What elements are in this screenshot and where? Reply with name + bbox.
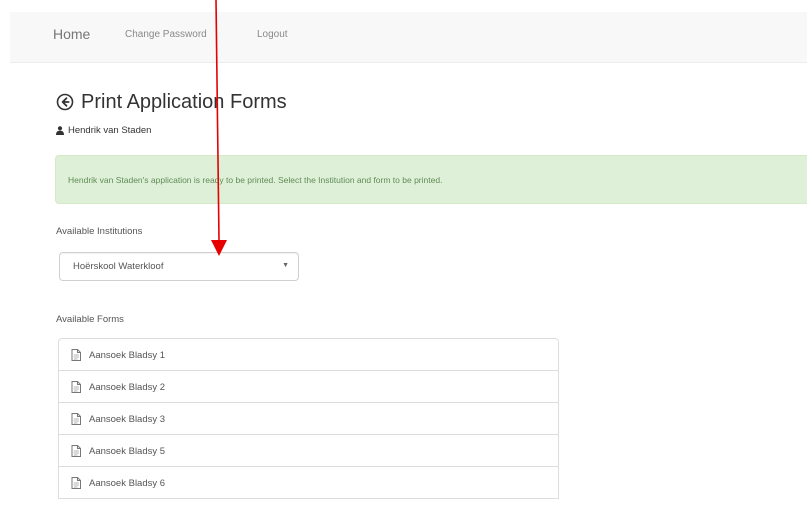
form-list-item[interactable]: Aansoek Bladsy 2 <box>58 370 559 403</box>
nav-logout-link[interactable]: Logout <box>257 29 288 40</box>
form-list: Aansoek Bladsy 1 Aansoek Bladsy 2 Aansoe… <box>58 338 559 499</box>
file-icon <box>71 381 81 393</box>
form-item-label: Aansoek Bladsy 5 <box>89 446 166 457</box>
page: Home Change Password Logout Print Applic… <box>0 0 807 515</box>
form-item-label: Aansoek Bladsy 6 <box>89 478 166 489</box>
nav-change-password-link[interactable]: Change Password <box>125 29 207 40</box>
alert-text: Hendrik van Staden's application is read… <box>68 175 443 185</box>
form-list-item[interactable]: Aansoek Bladsy 3 <box>58 402 559 435</box>
page-title-text: Print Application Forms <box>81 90 287 113</box>
form-item-label: Aansoek Bladsy 1 <box>89 350 166 361</box>
user-name: Hendrik van Staden <box>68 125 152 136</box>
form-list-item[interactable]: Aansoek Bladsy 5 <box>58 434 559 467</box>
file-icon <box>71 477 81 489</box>
caret-down-icon: ▼ <box>282 262 289 269</box>
top-navbar: Home Change Password Logout <box>10 12 807 63</box>
file-icon <box>71 349 81 361</box>
institution-select[interactable]: Hoërskool Waterkloof ▼ <box>59 252 299 281</box>
file-icon <box>71 445 81 457</box>
success-alert: Hendrik van Staden's application is read… <box>55 155 807 204</box>
form-list-item[interactable]: Aansoek Bladsy 1 <box>58 338 559 371</box>
circle-arrow-left-icon[interactable] <box>56 93 74 111</box>
institution-select-value: Hoërskool Waterkloof <box>73 261 164 272</box>
form-list-item[interactable]: Aansoek Bladsy 6 <box>58 466 559 499</box>
user-line: Hendrik van Staden <box>56 125 151 136</box>
file-icon <box>71 413 81 425</box>
nav-home-link[interactable]: Home <box>53 26 90 42</box>
user-icon <box>56 126 64 135</box>
form-item-label: Aansoek Bladsy 3 <box>89 414 166 425</box>
institutions-label: Available Institutions <box>56 226 143 237</box>
forms-label: Available Forms <box>56 314 124 325</box>
form-item-label: Aansoek Bladsy 2 <box>89 382 166 393</box>
page-title: Print Application Forms <box>56 90 287 114</box>
